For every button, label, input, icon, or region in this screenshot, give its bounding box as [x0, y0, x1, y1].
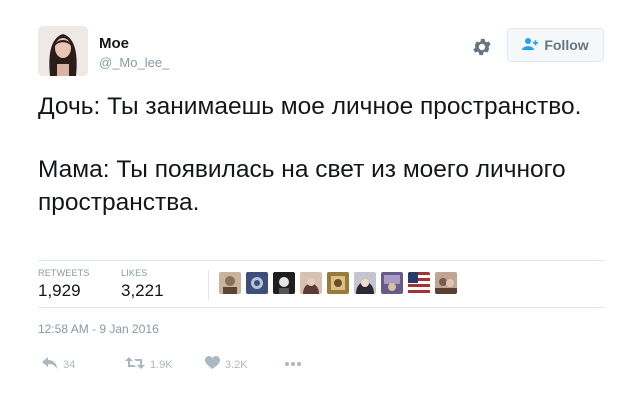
liker-avatar[interactable] [219, 272, 241, 294]
likes-label: LIKES [121, 268, 148, 278]
liker-avatar[interactable] [354, 272, 376, 294]
follow-user-icon [522, 37, 539, 54]
display-name[interactable]: Moe [99, 35, 129, 52]
stats-separator [208, 270, 209, 300]
retweet-count: 1.9K [150, 358, 173, 371]
liker-avatar[interactable] [246, 272, 268, 294]
tweet-timestamp[interactable]: 12:58 AM - 9 Jan 2016 [38, 322, 159, 336]
stats-divider-bottom [38, 307, 604, 308]
liker-avatar[interactable] [273, 272, 295, 294]
follow-label: Follow [544, 37, 589, 53]
tweet-card: Moe @_Mo_lee_ Follow Дочь: Ты занимаешь … [0, 0, 640, 405]
follow-button[interactable]: Follow [507, 28, 604, 62]
retweet-action[interactable]: 1.9K [125, 356, 173, 373]
reply-action[interactable]: 34 [42, 356, 75, 373]
liker-avatar[interactable] [381, 272, 403, 294]
liker-avatar[interactable] [327, 272, 349, 294]
tweet-text: Дочь: Ты занимаешь мое личное пространст… [38, 90, 598, 219]
reply-count: 34 [63, 358, 76, 371]
tweet-line-1: Дочь: Ты занимаешь мое личное пространст… [38, 93, 582, 120]
liker-avatar[interactable] [408, 272, 430, 294]
likes-count: 3,221 [121, 281, 164, 300]
stats-divider-top [38, 260, 604, 261]
reply-icon [42, 356, 58, 373]
more-action[interactable] [284, 358, 302, 370]
liker-avatar[interactable] [435, 272, 457, 294]
retweet-icon [125, 356, 145, 373]
heart-icon [205, 356, 220, 373]
more-icon [284, 358, 302, 370]
avatar[interactable] [38, 26, 88, 76]
like-action[interactable]: 3.2K [205, 356, 248, 373]
retweets-stat[interactable]: RETWEETS 1,929 [38, 268, 90, 301]
tweet-line-2: Мама: Ты появилась на свет из моего личн… [38, 156, 566, 216]
like-count: 3.2K [225, 358, 248, 371]
likes-stat[interactable]: LIKES 3,221 [121, 268, 164, 301]
retweets-label: RETWEETS [38, 268, 90, 278]
retweets-count: 1,929 [38, 281, 81, 300]
liker-avatar[interactable] [300, 272, 322, 294]
user-handle[interactable]: @_Mo_lee_ [99, 55, 169, 70]
gear-icon[interactable] [471, 36, 493, 58]
